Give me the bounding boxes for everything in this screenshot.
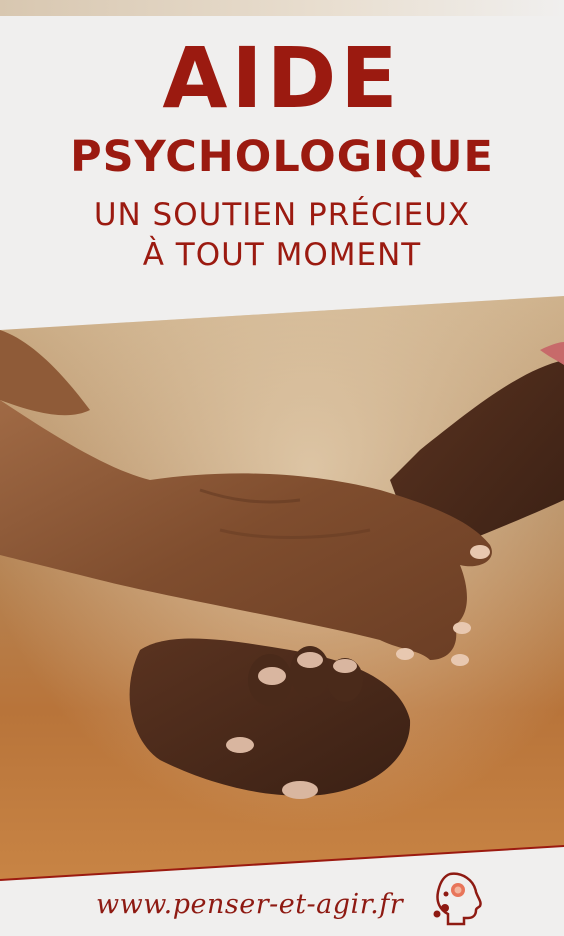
head-profile-logo-icon <box>428 870 488 926</box>
holding-hands-photo <box>0 0 564 936</box>
website-url[interactable]: www.penser-et-agir.fr <box>96 889 403 920</box>
